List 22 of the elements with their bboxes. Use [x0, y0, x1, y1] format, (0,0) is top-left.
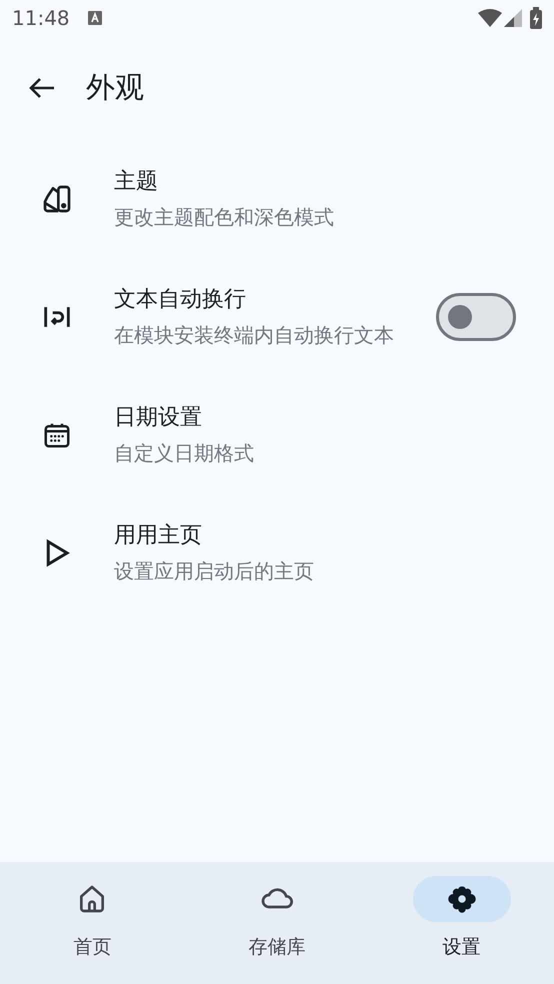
- setting-title[interactable]: 主题: [114, 166, 516, 196]
- nav-tab[interactable]: 存储库: [184, 876, 370, 984]
- setting-title[interactable]: 文本自动换行: [114, 284, 416, 314]
- page-title: 外观: [86, 69, 144, 106]
- setting-description: 自定义日期格式: [114, 440, 255, 467]
- setting-title[interactable]: 日期设置: [114, 402, 516, 432]
- wifi-icon: [478, 9, 502, 27]
- setting-title[interactable]: 用用主页: [114, 520, 516, 550]
- setting-description: 更改主题配色和深色模式: [114, 204, 335, 231]
- back-arrow-icon[interactable]: [28, 76, 56, 100]
- settings-icon: [446, 884, 477, 914]
- status-time: 11:48: [12, 6, 70, 30]
- toggle-switch[interactable]: [436, 293, 516, 341]
- setting-description: 设置应用启动后的主页: [114, 558, 315, 585]
- nav-tab[interactable]: 设置: [369, 876, 554, 984]
- swatch-icon: [41, 183, 73, 215]
- nav-tab[interactable]: 首页: [0, 876, 185, 984]
- battery-icon: [530, 7, 542, 29]
- notification-icon: [88, 11, 102, 25]
- play-icon: [44, 538, 70, 568]
- signal-icon: [504, 9, 522, 27]
- setting-description: 在模块安装终端内自动换行文本: [114, 322, 395, 349]
